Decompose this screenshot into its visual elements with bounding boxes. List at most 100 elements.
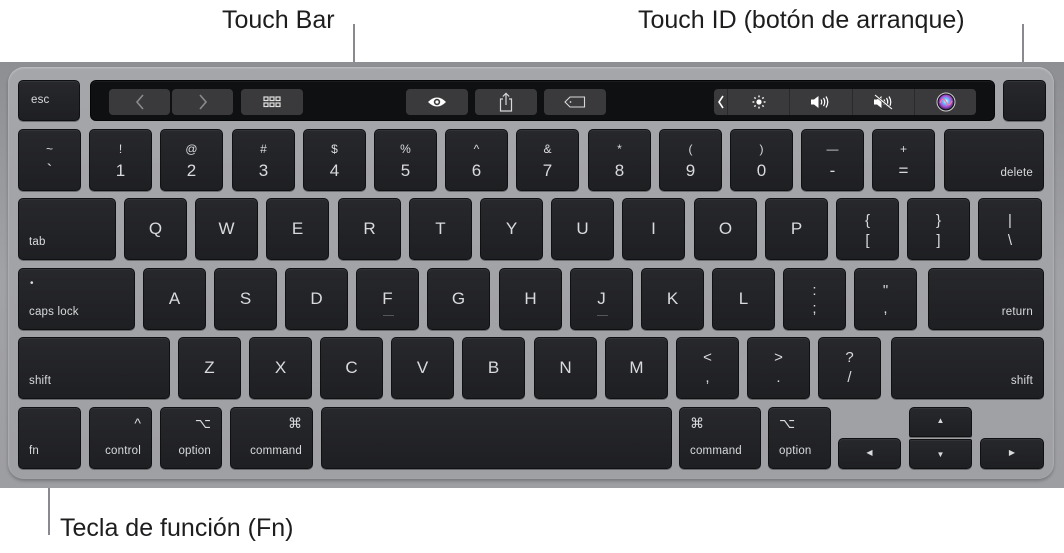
return-key[interactable]: return	[928, 268, 1044, 330]
letter-key[interactable]: O	[694, 198, 757, 260]
letter-key[interactable]: I	[622, 198, 685, 260]
touch-bar-reader-button[interactable]	[406, 89, 468, 115]
key-shift-char: !	[118, 142, 123, 156]
shift-left-key[interactable]: shift	[18, 337, 170, 399]
letter-key[interactable]: N	[534, 337, 597, 399]
key-shift-char: $	[331, 142, 338, 156]
option-right-key[interactable]: ⌥ option	[768, 407, 831, 469]
option-left-key[interactable]: ⌥ option	[160, 407, 222, 469]
control-strip-expand-button[interactable]	[714, 89, 727, 115]
touch-bar-forward-button[interactable]	[172, 89, 233, 115]
number-row-key[interactable]: * 8	[588, 129, 651, 191]
number-row-key[interactable]: & 7	[516, 129, 579, 191]
punctuation-key[interactable]: ? /	[818, 337, 881, 399]
key-letter: M	[629, 358, 644, 377]
number-row-key[interactable]: ) 0	[730, 129, 793, 191]
letter-key[interactable]: X	[249, 337, 312, 399]
letter-key[interactable]: U	[551, 198, 614, 260]
esc-key[interactable]: esc	[18, 80, 80, 121]
key-letter: D	[310, 289, 323, 308]
key-letter: P	[790, 219, 803, 238]
home-key-bump	[597, 315, 608, 316]
bracket-key[interactable]: {[	[836, 198, 899, 260]
punctuation-key[interactable]: ",	[854, 268, 917, 330]
touch-bar-tag-button[interactable]	[544, 89, 606, 115]
bracket-key[interactable]: | \	[978, 198, 1042, 260]
fn-key-callout: Tecla de función (Fn)	[60, 514, 294, 542]
key-letter: F	[382, 289, 393, 308]
letter-key[interactable]: J	[570, 268, 633, 330]
letter-key[interactable]: K	[641, 268, 704, 330]
letter-key[interactable]: Z	[178, 337, 241, 399]
arrow-up-key[interactable]: ▲	[909, 407, 972, 437]
number-row-key[interactable]: ! 1	[89, 129, 152, 191]
key-shift-char: &	[543, 142, 552, 156]
punctuation-key[interactable]: <,	[676, 337, 739, 399]
letter-key[interactable]: V	[391, 337, 454, 399]
key-letter: R	[363, 219, 376, 238]
touch-bar-back-button[interactable]	[109, 89, 170, 115]
letter-key[interactable]: S	[214, 268, 277, 330]
key-main-char: 2	[186, 161, 197, 180]
number-row-key[interactable]: #3	[232, 129, 295, 191]
letter-key[interactable]: F	[356, 268, 419, 330]
arrow-left-key[interactable]: ◀	[838, 438, 901, 469]
letter-key[interactable]: L	[712, 268, 775, 330]
arrow-down-key[interactable]: ▼	[909, 439, 972, 469]
key-shift-char: *	[617, 142, 622, 156]
key-letter: T	[435, 219, 446, 238]
arrow-up-icon: ▲	[936, 416, 945, 425]
shift-right-key[interactable]: shift	[891, 337, 1044, 399]
number-row-key[interactable]: % 5	[374, 129, 437, 191]
key-shift-char: ~	[45, 142, 53, 156]
siri-button[interactable]	[915, 89, 976, 115]
space-bar[interactable]	[321, 407, 672, 469]
number-row-key[interactable]: ~ `	[18, 129, 81, 191]
tab-key[interactable]: tab	[18, 198, 116, 260]
fn-key[interactable]: fn	[18, 407, 81, 469]
key-letter: B	[487, 358, 500, 377]
punctuation-key[interactable]: >.	[747, 337, 810, 399]
letter-key[interactable]: Q	[124, 198, 187, 260]
mute-button[interactable]	[853, 89, 914, 115]
letter-key[interactable]: H	[499, 268, 562, 330]
key-letter: N	[559, 358, 572, 377]
key-shift-char: —	[826, 142, 839, 156]
number-row-key[interactable]: ^ 6	[445, 129, 508, 191]
letter-key[interactable]: T	[409, 198, 472, 260]
number-row-key[interactable]: $4	[303, 129, 366, 191]
command-left-key[interactable]: ⌘ command	[230, 407, 313, 469]
arrow-right-key[interactable]: ▶	[980, 438, 1044, 469]
touch-bar[interactable]	[90, 80, 995, 121]
caps-lock-key[interactable]: • caps lock	[18, 268, 135, 330]
touch-bar-tabs-button[interactable]	[241, 89, 303, 115]
command-right-key[interactable]: ⌘ command	[679, 407, 761, 469]
touch-id-key[interactable]	[1003, 80, 1046, 121]
brightness-button[interactable]	[728, 89, 789, 115]
letter-key[interactable]: B	[462, 337, 525, 399]
number-row-key[interactable]: @2	[160, 129, 223, 191]
letter-key[interactable]: G	[427, 268, 490, 330]
letter-key[interactable]: C	[320, 337, 383, 399]
delete-key[interactable]: delete	[944, 129, 1044, 191]
number-row-key[interactable]: + =	[872, 129, 935, 191]
bracket-key[interactable]: }]	[907, 198, 970, 260]
number-row-key[interactable]: (9	[659, 129, 722, 191]
letter-key[interactable]: W	[195, 198, 258, 260]
punctuation-key[interactable]: :;	[783, 268, 846, 330]
number-row-key[interactable]: — -	[801, 129, 864, 191]
letter-key[interactable]: Y	[480, 198, 543, 260]
volume-button[interactable]	[790, 89, 852, 115]
command-right-label: command	[690, 444, 742, 457]
letter-key[interactable]: A	[143, 268, 206, 330]
key-letter: V	[416, 358, 429, 377]
letter-key[interactable]: M	[605, 337, 668, 399]
touch-bar-share-button[interactable]	[475, 89, 537, 115]
letter-key[interactable]: D	[285, 268, 348, 330]
control-key[interactable]: ^ control	[89, 407, 152, 469]
letter-key[interactable]: R	[338, 198, 401, 260]
grid-icon	[263, 96, 281, 108]
letter-key[interactable]: P	[765, 198, 828, 260]
option-symbol: ⌥	[194, 415, 211, 431]
letter-key[interactable]: E	[266, 198, 329, 260]
